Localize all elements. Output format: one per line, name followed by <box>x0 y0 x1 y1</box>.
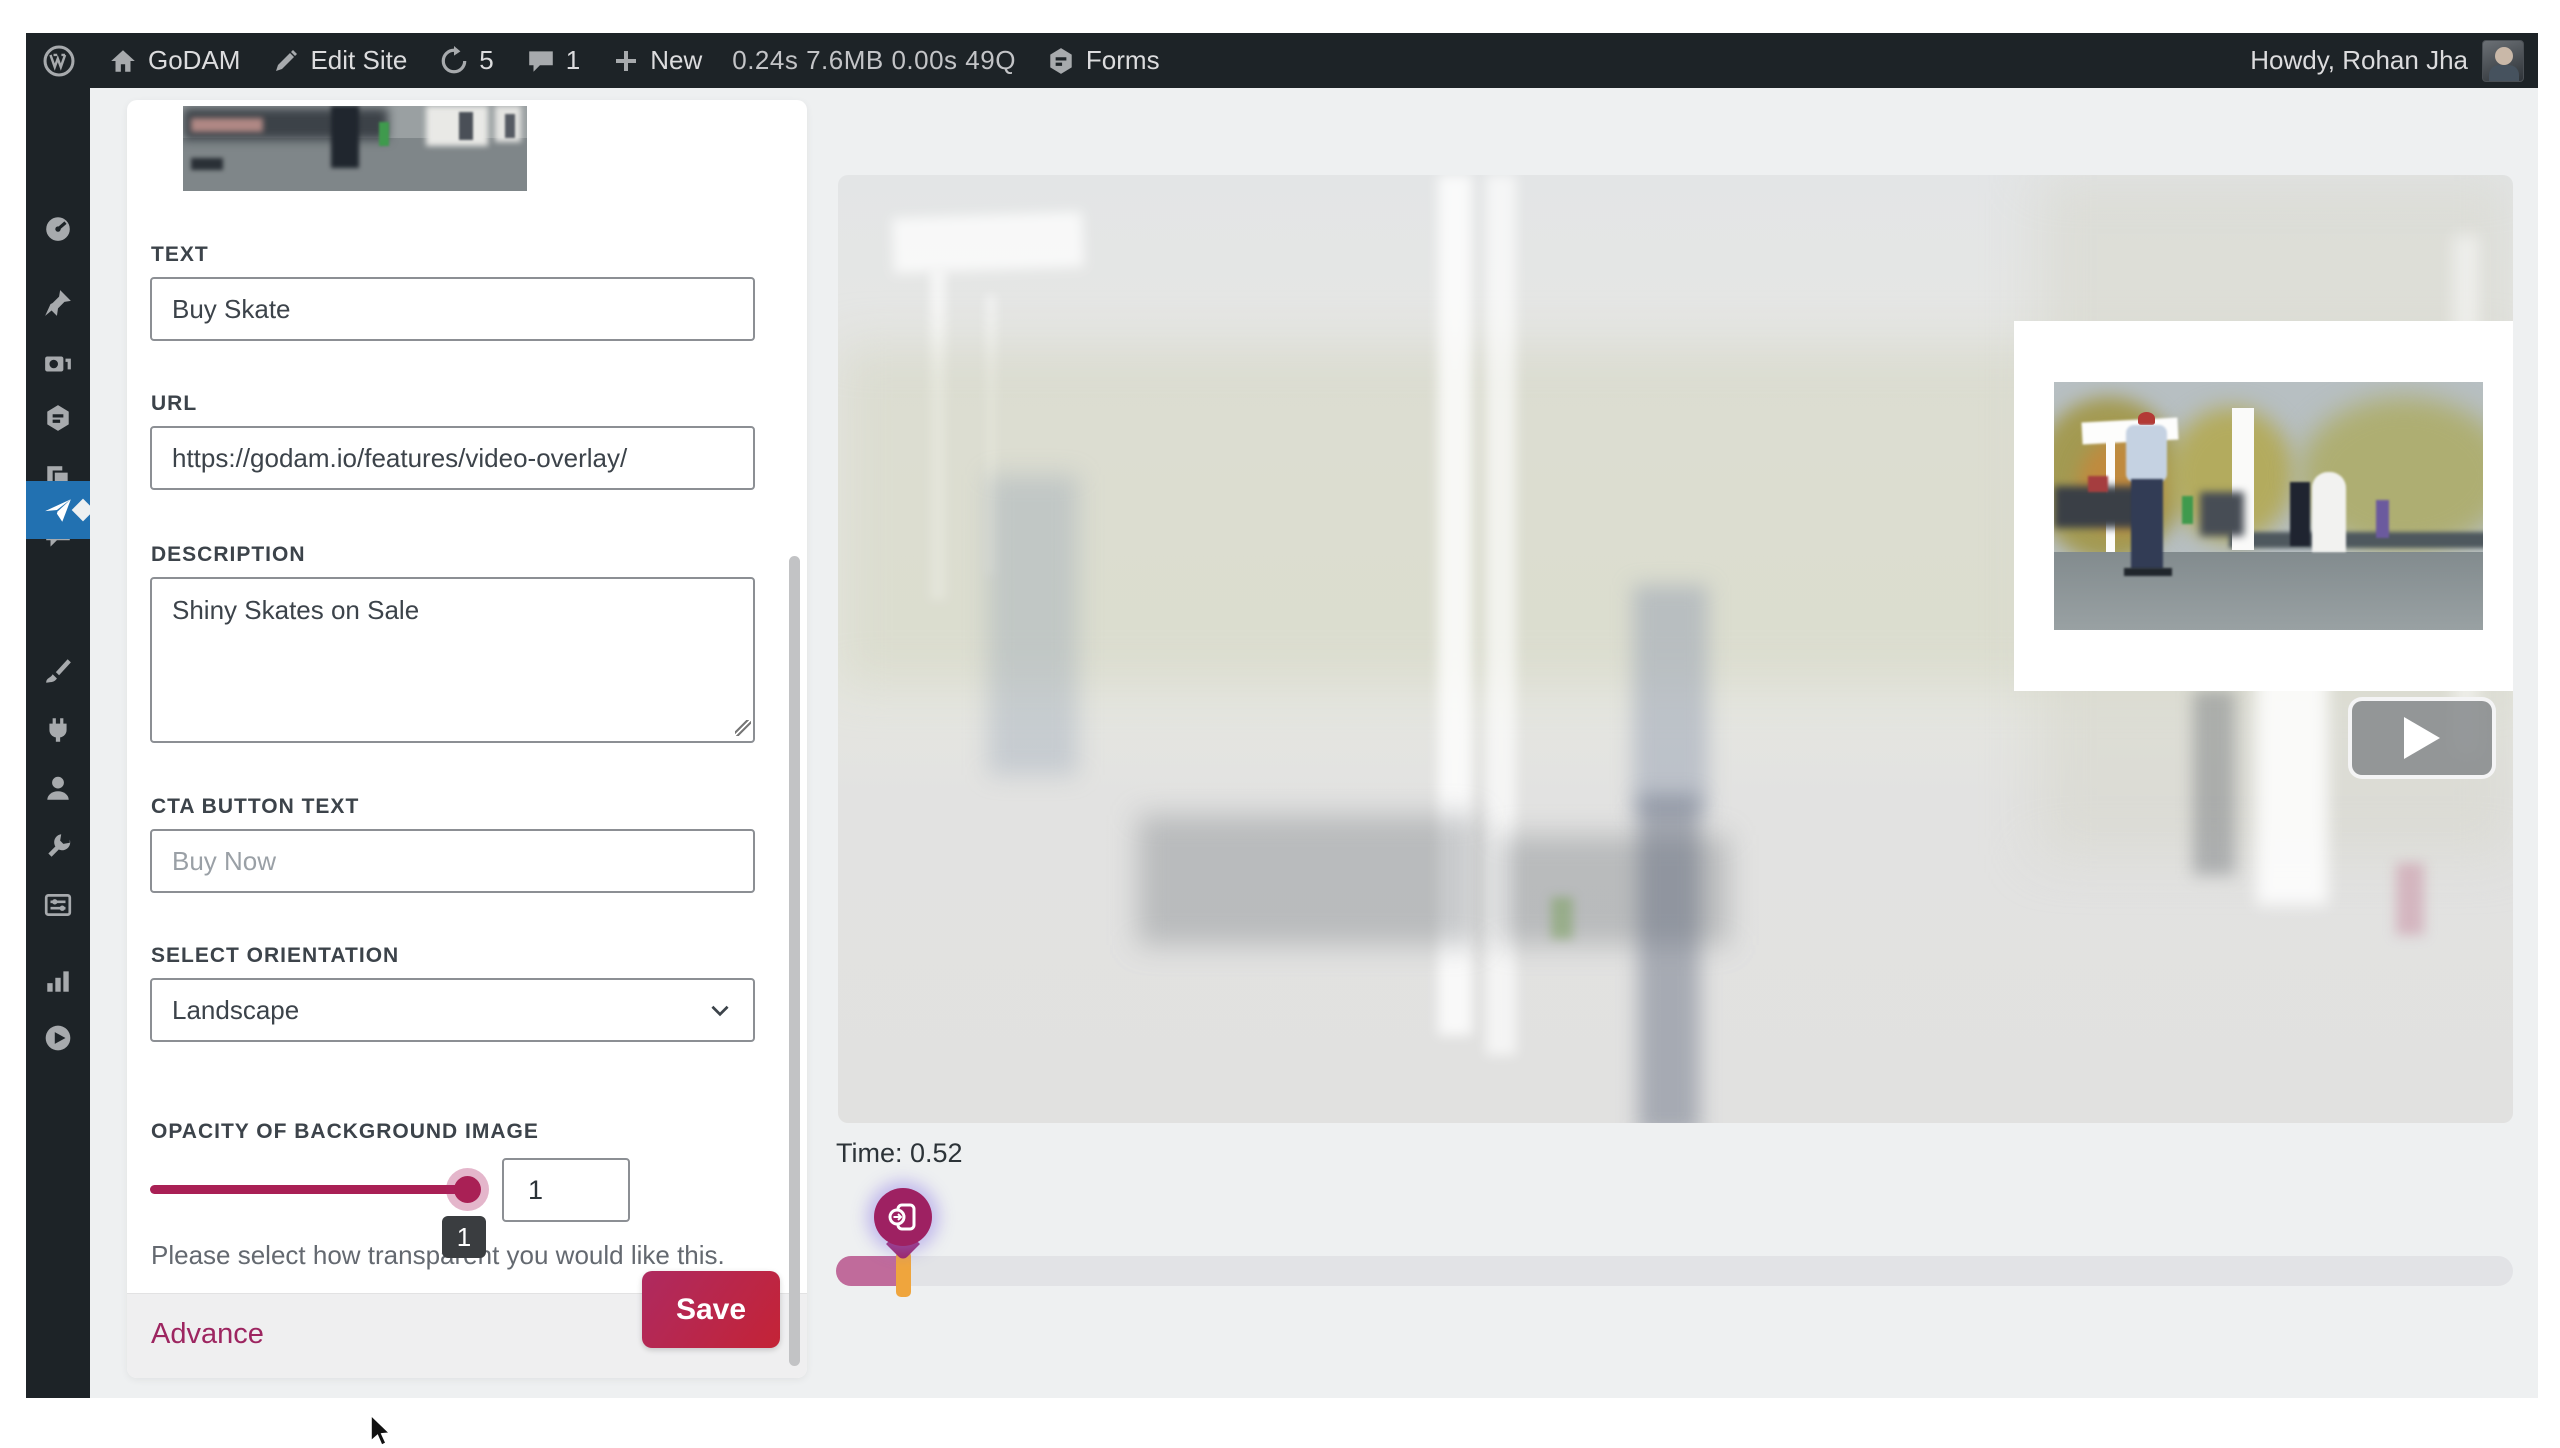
wp-admin-sidebar <box>26 88 90 1398</box>
edit-site-label: Edit Site <box>310 45 407 76</box>
opacity-help-text: Please select how transparent you would … <box>151 1240 725 1271</box>
advance-link[interactable]: Advance <box>151 1318 264 1351</box>
comments-menu[interactable]: 1 <box>510 33 596 88</box>
description-textarea[interactable]: Shiny Skates on Sale <box>150 577 755 743</box>
url-input[interactable] <box>150 426 755 490</box>
appearance-brush-icon[interactable] <box>43 656 73 686</box>
plus-icon <box>612 47 640 75</box>
video-preview[interactable]: Buy Skate Shiny Skates on Sale BUY NOW S… <box>838 175 2513 1123</box>
description-field-label: DESCRIPTION <box>151 543 306 567</box>
forms-label: Forms <box>1086 45 1160 76</box>
chevron-down-icon <box>707 997 733 1023</box>
pencil-icon <box>272 47 300 75</box>
text-field-label: TEXT <box>151 243 209 267</box>
plugins-plug-icon[interactable] <box>43 715 73 745</box>
updates-icon <box>439 46 469 76</box>
play-button[interactable] <box>2348 697 2496 779</box>
cta-overlay-card: Buy Skate Shiny Skates on Sale BUY NOW <box>2014 321 2513 691</box>
new-content-menu[interactable]: New <box>596 33 718 88</box>
orientation-selected-value: Landscape <box>172 995 299 1026</box>
layer-thumbnail-image[interactable] <box>183 106 527 191</box>
timeline-track[interactable] <box>836 1256 2513 1286</box>
forms-menu[interactable]: Forms <box>1030 33 1176 88</box>
updates-menu[interactable]: 5 <box>423 33 509 88</box>
comments-count: 1 <box>566 45 580 76</box>
orientation-field-label: SELECT ORIENTATION <box>151 944 399 968</box>
dashboard-icon[interactable] <box>43 213 73 243</box>
time-indicator: Time: 0.52 <box>836 1138 963 1169</box>
panel-footer: Advance Save <box>127 1293 807 1378</box>
opacity-slider-track[interactable] <box>150 1185 467 1194</box>
content-area: TEXT URL DESCRIPTION Shiny Skates on Sal… <box>90 88 2538 1398</box>
new-label: New <box>650 45 702 76</box>
wordpress-logo-icon <box>42 44 76 78</box>
edit-site-menu[interactable]: Edit Site <box>256 33 423 88</box>
site-menu-godam[interactable]: GoDAM <box>92 33 256 88</box>
opacity-field-label: OPACITY OF BACKGROUND IMAGE <box>151 1120 539 1144</box>
opacity-number-input[interactable] <box>502 1158 630 1222</box>
panel-scrollbar[interactable] <box>789 556 800 1366</box>
wordpress-logo-menu[interactable] <box>26 33 92 88</box>
media-icon[interactable] <box>43 349 73 379</box>
opacity-slider-tooltip: 1 <box>442 1216 486 1258</box>
gravity-forms-icon[interactable] <box>43 403 73 433</box>
overlay-settings-panel: TEXT URL DESCRIPTION Shiny Skates on Sal… <box>127 100 807 1378</box>
comment-bubble-icon <box>526 46 556 76</box>
analytics-chart-icon[interactable] <box>43 966 73 996</box>
cta-field-label: CTA BUTTON TEXT <box>151 795 359 819</box>
site-name: GoDAM <box>148 45 240 76</box>
overlay-card-image <box>2054 382 2483 630</box>
godam-paper-plane-icon <box>43 495 73 525</box>
screenshot-root: GoDAM Edit Site 5 1 New 0. <box>0 0 2560 1440</box>
mouse-cursor <box>366 1414 396 1448</box>
orientation-select[interactable]: Landscape <box>150 978 755 1042</box>
url-field-label: URL <box>151 392 197 416</box>
save-button[interactable]: Save <box>642 1271 780 1348</box>
overlay-layer-icon <box>887 1201 919 1233</box>
forms-hexagon-icon <box>1046 46 1076 76</box>
opacity-slider-thumb[interactable] <box>454 1176 481 1203</box>
cta-button-text-input[interactable] <box>150 829 755 893</box>
play-icon <box>2404 717 2440 759</box>
updates-count: 5 <box>479 45 493 76</box>
posts-pin-icon[interactable] <box>43 288 73 318</box>
settings-icon[interactable] <box>43 890 73 920</box>
video-play-icon[interactable] <box>43 1023 73 1053</box>
overlay-layer-marker[interactable] <box>874 1188 932 1268</box>
sidebar-item-godam-active[interactable] <box>26 481 90 539</box>
text-input[interactable] <box>150 277 755 341</box>
home-icon <box>108 46 138 76</box>
tools-wrench-icon[interactable] <box>43 831 73 861</box>
users-icon[interactable] <box>43 773 73 803</box>
wp-admin-bar: GoDAM Edit Site 5 1 New 0. <box>26 33 2538 88</box>
user-avatar[interactable] <box>2482 40 2524 82</box>
performance-stats: 0.24s 7.6MB 0.00s 49Q <box>718 45 1030 76</box>
howdy-account-menu[interactable]: Howdy, Rohan Jha <box>2250 45 2468 76</box>
